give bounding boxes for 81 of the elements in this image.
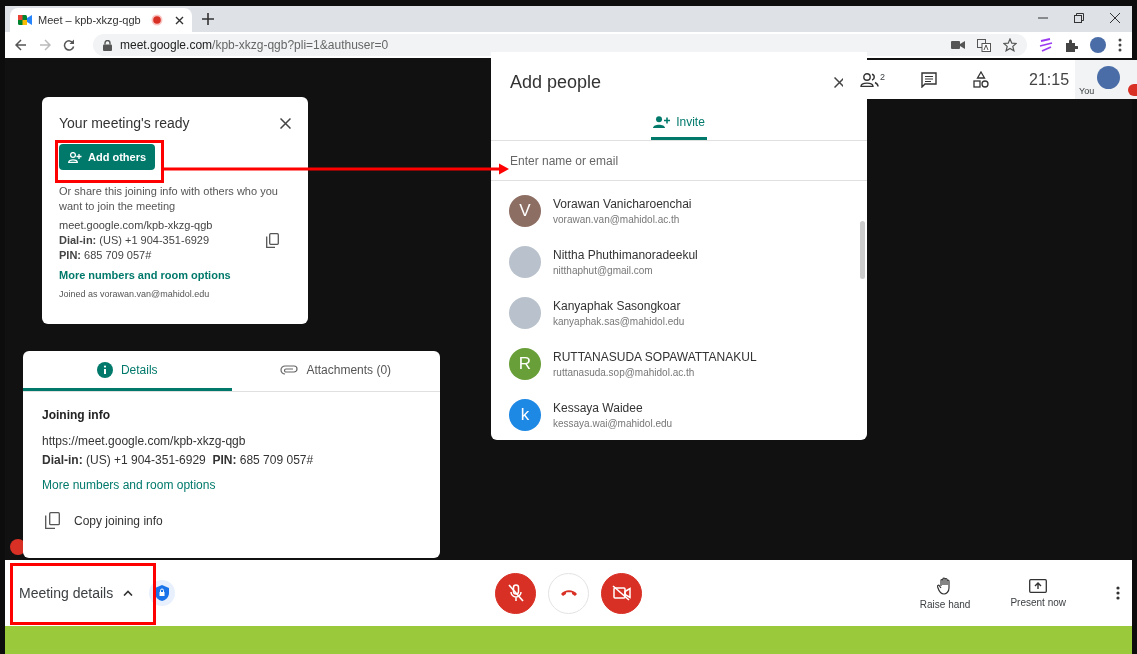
panel-tab[interactable]: Attachments (0) bbox=[231, 351, 440, 391]
copy-joining-info-button[interactable]: Copy joining info bbox=[42, 512, 163, 529]
contact-name: Kanyaphak Sasongkoar bbox=[553, 298, 682, 313]
meeting-url: https://meet.google.com/kpb-xkzg-qgb bbox=[42, 434, 246, 448]
add-person-icon bbox=[653, 116, 671, 128]
contact-row[interactable]: k Kessaya Waidee kessaya.wai@mahidol.edu bbox=[491, 389, 867, 440]
self-label: You bbox=[1079, 86, 1095, 96]
star-icon[interactable] bbox=[1003, 38, 1017, 52]
card-title: Your meeting's ready bbox=[59, 115, 190, 131]
contact-name: Kessaya Waidee bbox=[553, 400, 644, 415]
photo-placeholder bbox=[509, 245, 541, 278]
initial-avatar: R bbox=[509, 347, 541, 380]
joined-as-text: Joined as vorawan.van@mahidol.edu bbox=[59, 289, 210, 299]
address-bar[interactable]: meet.google.com/kpb-xkzg-qgb?pli=1&authuser=0 bbox=[93, 34, 1027, 56]
meeting-details-button[interactable]: Meeting details bbox=[13, 577, 140, 609]
profile-avatar[interactable] bbox=[1090, 37, 1106, 53]
contact-name: RUTTANASUDA SOPAWATTANAKUL bbox=[553, 349, 757, 364]
camera-icon[interactable] bbox=[951, 40, 965, 50]
contact-email: kessaya.wai@mahidol.edu bbox=[553, 417, 673, 429]
copy-icon[interactable] bbox=[266, 233, 279, 248]
back-icon[interactable] bbox=[15, 39, 27, 51]
extension-icon[interactable] bbox=[1039, 38, 1053, 52]
initial-avatar: k bbox=[509, 398, 541, 431]
microphone-button[interactable] bbox=[495, 572, 536, 614]
raise-hand-button[interactable]: Raise hand bbox=[919, 576, 971, 610]
panel-tab[interactable]: Details bbox=[23, 351, 232, 391]
add-person-icon bbox=[68, 151, 82, 163]
phone-icon bbox=[559, 589, 578, 597]
contact-email: kanyaphak.sas@mahidol.edu bbox=[553, 315, 685, 327]
tab-title: Meet – kpb-xkzg-qgb bbox=[38, 14, 142, 26]
restore-icon[interactable] bbox=[1074, 13, 1084, 23]
translate-icon[interactable] bbox=[977, 38, 991, 52]
more-icon[interactable] bbox=[1118, 38, 1122, 52]
contact-name: Nittha Phuthimanoradeekul bbox=[553, 247, 698, 262]
photo-placeholder bbox=[509, 296, 541, 329]
camera-icon bbox=[611, 585, 632, 601]
more-numbers-link[interactable]: More numbers and room options bbox=[42, 478, 216, 492]
contact-name: Vorawan Vanicharoenchai bbox=[553, 196, 692, 211]
contact-row[interactable]: Nittha Phuthimanoradeekul nitthaphut@gmail.com bbox=[491, 236, 867, 287]
close-icon[interactable] bbox=[1110, 13, 1120, 23]
shapes-icon[interactable] bbox=[973, 71, 989, 88]
present-now-button[interactable]: Present now bbox=[1010, 578, 1066, 608]
caret-icon bbox=[123, 590, 134, 596]
close-icon[interactable] bbox=[834, 77, 845, 88]
close-icon[interactable] bbox=[175, 15, 184, 25]
pin-text: PIN: 685 709 057# bbox=[59, 248, 153, 263]
contact-email: nitthaphut@gmail.com bbox=[553, 264, 654, 276]
contact-row[interactable]: V Vorawan Vanicharoenchai vorawan.van@mahidol.ac.th bbox=[491, 185, 867, 236]
scrollbar-thumb[interactable] bbox=[860, 221, 865, 279]
camera-logo-icon bbox=[18, 14, 32, 26]
copy-icon bbox=[45, 512, 60, 529]
microphone-icon bbox=[507, 584, 524, 602]
contact-email: vorawan.van@mahidol.ac.th bbox=[553, 213, 681, 225]
close-icon[interactable] bbox=[280, 117, 291, 129]
puzzle-icon[interactable] bbox=[1065, 38, 1078, 52]
contact-row[interactable]: Kanyaphak Sasongkoar kanyaphak.sas@mahidol.edu bbox=[491, 287, 867, 338]
browser-tab[interactable]: Meet – kpb-xkzg-qgb bbox=[10, 8, 192, 32]
chat-icon[interactable] bbox=[921, 71, 937, 88]
contact-row[interactable]: R RUTTANASUDA SOPAWATTANAKUL ruttanasuda.sop@mahidol.ac.th bbox=[491, 338, 867, 389]
panel-title: Add people bbox=[510, 72, 602, 93]
add-others-button[interactable]: Add others bbox=[59, 144, 156, 170]
self-avatar bbox=[1097, 66, 1120, 89]
info-icon bbox=[96, 361, 113, 378]
contact-email: ruttanasuda.sop@mahidol.ac.th bbox=[553, 366, 696, 378]
clock-time: 21:15 bbox=[1029, 70, 1070, 89]
section-heading: Joining info bbox=[42, 408, 110, 422]
lock-icon bbox=[103, 39, 112, 51]
dial-in-text: Dial-in: (US) +1 904-351-6929 PIN: 685 709 057# bbox=[42, 453, 314, 467]
more-numbers-link[interactable]: More numbers and room options bbox=[59, 269, 231, 281]
more-icon[interactable] bbox=[1116, 586, 1120, 600]
paperclip-icon bbox=[280, 364, 299, 375]
share-text: Or share this joining info with others who you want to join the meeting bbox=[59, 184, 279, 214]
participants-button[interactable]: 2 bbox=[860, 72, 885, 87]
url-text: meet.google.com/kpb-xkzg-qgb?pli=1&authuser=0 bbox=[120, 38, 389, 52]
initial-avatar: V bbox=[509, 194, 541, 227]
new-tab-icon[interactable] bbox=[202, 13, 214, 25]
present-screen-icon bbox=[1029, 578, 1048, 593]
reload-icon[interactable] bbox=[63, 39, 75, 51]
camera-button[interactable] bbox=[601, 572, 642, 614]
hang-up-button[interactable] bbox=[548, 572, 589, 614]
dial-in-text: Dial-in: (US) +1 904-351-6929 bbox=[59, 233, 211, 248]
